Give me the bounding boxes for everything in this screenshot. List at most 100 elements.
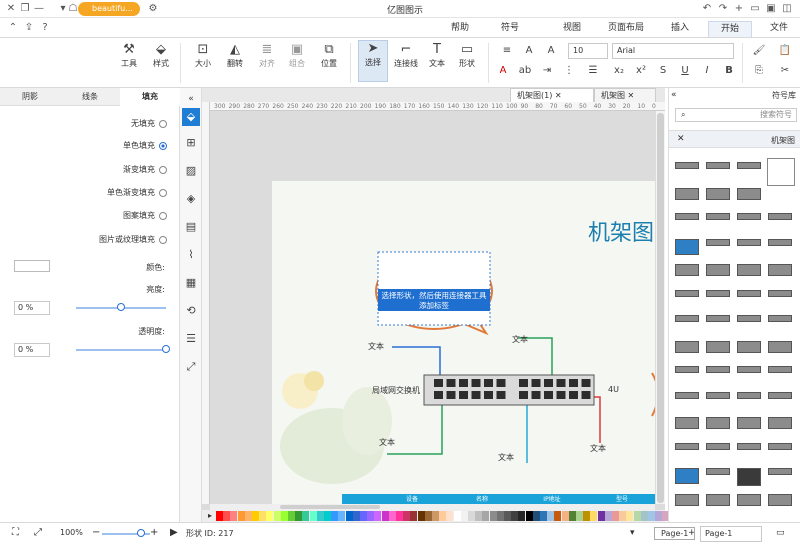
symbol-item[interactable]	[768, 493, 792, 506]
symbol-item[interactable]	[706, 264, 730, 276]
table-tool-icon[interactable]: ▦	[182, 274, 200, 292]
help-icon[interactable]: ?	[38, 21, 52, 35]
text-align-icon[interactable]: ≡	[500, 44, 514, 58]
color-swatch[interactable]	[216, 511, 223, 521]
color-swatch[interactable]	[540, 511, 547, 521]
superscript-icon[interactable]: x²	[634, 64, 648, 78]
open-icon[interactable]: ▭	[748, 2, 762, 16]
shade-slider-thumb[interactable]	[117, 303, 125, 311]
align-tool-icon[interactable]: ☰	[182, 330, 200, 348]
save-icon[interactable]: ▣	[764, 2, 778, 16]
tools-button[interactable]: ⚒ 工具	[114, 42, 144, 69]
menu-help[interactable]: 帮助	[440, 21, 480, 37]
symbol-item[interactable]	[675, 417, 699, 429]
subscript-icon[interactable]: x₂	[612, 64, 626, 78]
menu-home[interactable]: 开始	[708, 21, 752, 37]
unit-label[interactable]: 4U	[608, 385, 619, 394]
symbol-item[interactable]	[675, 315, 699, 322]
text-label[interactable]: 文本	[590, 443, 606, 454]
radio-button[interactable]	[159, 188, 167, 197]
italic-icon[interactable]: I	[700, 64, 714, 78]
fill-option[interactable]: 单色渐变填充	[107, 187, 167, 199]
symbol-item[interactable]	[675, 289, 699, 297]
strikethrough-icon[interactable]: S	[656, 64, 670, 78]
symbol-thumbnail[interactable]	[767, 158, 795, 186]
font-shrink-icon[interactable]: A	[522, 44, 536, 58]
cut-icon[interactable]: ✂	[778, 64, 792, 78]
undo-icon[interactable]: ↶	[700, 2, 714, 16]
color-swatch[interactable]	[475, 511, 483, 521]
radio-button[interactable]	[159, 235, 167, 244]
symbol-item[interactable]	[706, 187, 730, 200]
transparency-slider-thumb[interactable]	[162, 345, 170, 353]
color-swatch[interactable]	[640, 511, 648, 521]
shape-button[interactable]: ▭ 形状	[452, 42, 482, 69]
color-swatch[interactable]	[525, 511, 533, 521]
vertical-scrollbar[interactable]	[655, 111, 665, 504]
symbol-item[interactable]	[768, 238, 792, 246]
menu-symbols[interactable]: 符号	[490, 21, 530, 37]
symbol-item[interactable]	[706, 442, 730, 450]
share-icon[interactable]: ⇪	[22, 21, 36, 35]
diagram-title[interactable]: 机架图	[588, 215, 654, 247]
font-color-icon[interactable]: A	[496, 64, 510, 78]
symbol-item[interactable]	[737, 238, 761, 246]
text-label[interactable]: 文本	[498, 452, 514, 463]
color-swatch[interactable]	[604, 511, 612, 521]
color-swatch[interactable]	[259, 511, 267, 521]
radio-button[interactable]	[159, 211, 167, 220]
font-name-select[interactable]: Arial	[612, 43, 734, 59]
color-swatch[interactable]	[302, 511, 310, 521]
symbol-item[interactable]	[737, 366, 761, 373]
minimize-icon[interactable]: —	[32, 2, 46, 16]
color-swatch[interactable]	[360, 511, 367, 521]
symbol-item[interactable]	[706, 238, 730, 246]
menu-file[interactable]: 文件	[765, 21, 793, 37]
page-selector[interactable]: Page-1	[700, 526, 762, 542]
color-swatch[interactable]	[561, 511, 569, 521]
color-swatch[interactable]	[518, 511, 526, 521]
select-button[interactable]: ➤ 选择	[358, 40, 388, 82]
color-swatch[interactable]	[374, 511, 382, 521]
symbol-item[interactable]	[768, 468, 792, 475]
fill-option[interactable]: 无填充	[131, 118, 167, 130]
color-swatch[interactable]	[424, 511, 432, 521]
color-swatch[interactable]	[453, 511, 461, 521]
color-swatch[interactable]	[597, 511, 605, 521]
color-swatch[interactable]	[619, 511, 627, 521]
symbol-item[interactable]	[706, 340, 730, 353]
symbol-item[interactable]	[675, 264, 699, 276]
numbering-icon[interactable]: ⋮	[562, 64, 576, 78]
symbol-item[interactable]	[768, 391, 792, 399]
color-swatch[interactable]	[295, 511, 303, 521]
menu-view[interactable]: 视图	[552, 21, 592, 37]
color-swatch[interactable]	[504, 511, 511, 521]
symbol-item[interactable]	[675, 340, 699, 353]
fill-option[interactable]: 图片或纹理填充	[99, 234, 167, 246]
color-swatch[interactable]	[626, 511, 634, 521]
scroll-thumb[interactable]	[280, 505, 380, 509]
palette-scroll-icon[interactable]: ▸	[204, 510, 216, 522]
tab-line[interactable]: 线条	[60, 88, 120, 106]
symbol-item[interactable]	[737, 391, 761, 399]
close-icon[interactable]: ✕	[628, 91, 635, 100]
connector-line[interactable]	[387, 403, 443, 455]
color-swatch[interactable]	[345, 511, 353, 521]
connector-button[interactable]: ⌐ 连接线	[390, 42, 422, 69]
color-swatch[interactable]	[410, 511, 418, 521]
symbol-item[interactable]	[737, 493, 761, 506]
zoom-out-icon[interactable]: −	[92, 527, 100, 538]
color-swatch[interactable]	[468, 511, 475, 521]
tab-fill[interactable]: 填充	[120, 88, 180, 106]
color-swatch[interactable]	[338, 511, 346, 521]
color-swatch[interactable]	[316, 511, 324, 521]
page-menu-icon[interactable]: ▾	[630, 528, 635, 538]
symbol-item[interactable]	[706, 391, 730, 399]
symbol-item[interactable]	[768, 315, 792, 322]
radio-button[interactable]	[159, 119, 167, 128]
close-icon[interactable]: ✕	[4, 2, 18, 16]
color-swatch[interactable]	[324, 511, 331, 521]
underline-icon[interactable]: U	[678, 64, 692, 78]
redo-icon[interactable]: ↷	[716, 2, 730, 16]
color-swatch[interactable]	[331, 511, 339, 521]
